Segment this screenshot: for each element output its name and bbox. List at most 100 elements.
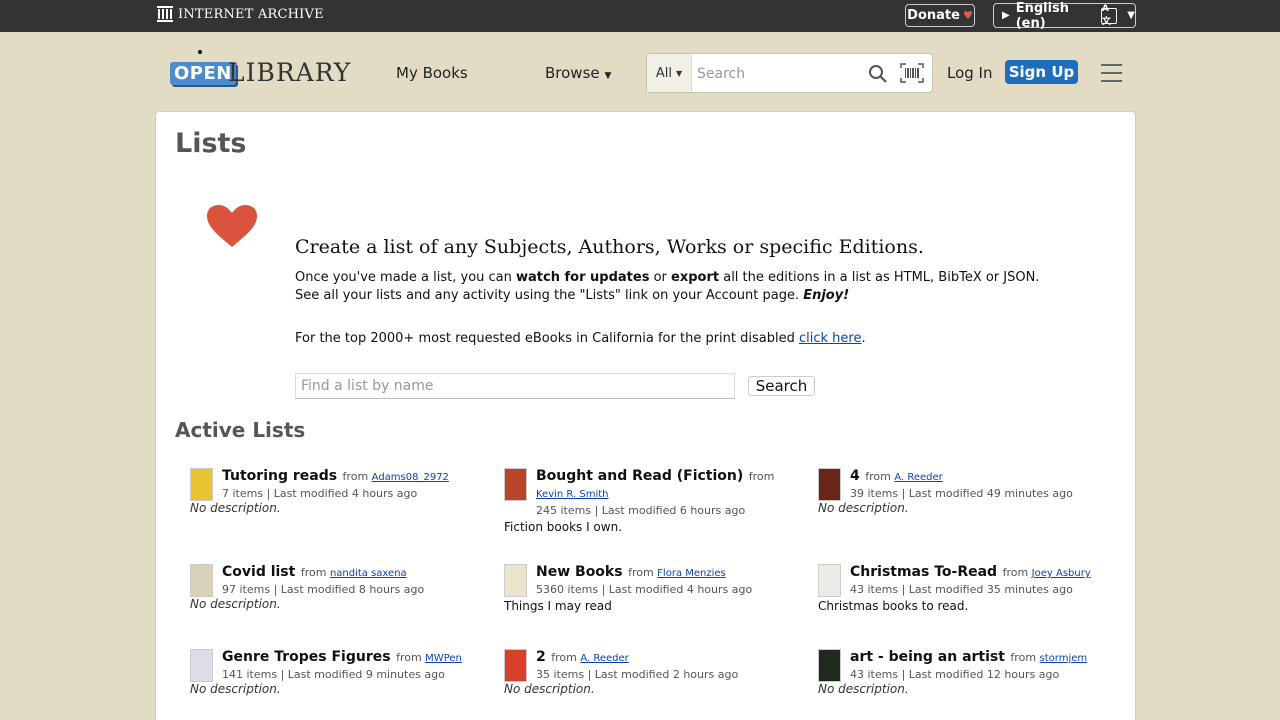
- find-list-search-button[interactable]: Search: [748, 376, 815, 396]
- login-link[interactable]: Log In: [947, 64, 993, 82]
- open-library-logo[interactable]: OPEN LIBRARY: [170, 50, 350, 92]
- list-title[interactable]: New Books: [536, 564, 623, 580]
- logo-library: LIBRARY: [228, 58, 352, 87]
- list-description: No description.: [504, 682, 595, 696]
- list-cover-image[interactable]: [504, 649, 527, 682]
- list-meta: 5360 items | Last modified 4 hours ago: [536, 583, 753, 596]
- list-title-line: Genre Tropes Figures from MWPen: [222, 649, 482, 667]
- list-meta: 141 items | Last modified 9 minutes ago: [222, 668, 445, 681]
- search-input[interactable]: Search: [697, 66, 745, 82]
- list-info: Christmas To-Read from Joey Asbury 43 ite…: [850, 564, 1110, 596]
- list-description: No description.: [818, 682, 909, 696]
- hamburger-menu-icon[interactable]: [1101, 64, 1122, 88]
- archive-building-icon: [157, 6, 173, 22]
- list-owner-link[interactable]: Flora Menzies: [657, 568, 726, 579]
- list-title-line: New Books from Flora Menzies: [536, 564, 796, 582]
- create-list-heading: Create a list of any Subjects, Authors, …: [295, 236, 924, 258]
- list-title[interactable]: Tutoring reads: [222, 468, 337, 484]
- list-cover-image[interactable]: [818, 564, 841, 597]
- search-scope-label: All: [655, 65, 672, 81]
- list-info: Tutoring reads from Adams08_2972 7 items …: [222, 468, 482, 500]
- chevron-down-icon: ▼: [1127, 10, 1135, 21]
- list-owner-link[interactable]: MWPen: [425, 653, 462, 664]
- list-description: Christmas books to read.: [818, 599, 969, 613]
- caret-down-icon: ▼: [675, 68, 683, 78]
- content-panel: [155, 111, 1136, 720]
- list-description: No description.: [190, 682, 281, 696]
- list-cover-image[interactable]: [818, 468, 841, 501]
- list-from-label: from: [861, 470, 895, 483]
- list-cover-image[interactable]: [190, 564, 213, 597]
- list-title-line: art - being an artist from stormjem: [850, 649, 1110, 667]
- list-description: Fiction books I own.: [504, 520, 623, 534]
- list-owner-link[interactable]: Joey Asbury: [1032, 568, 1091, 579]
- list-from-label: from: [1006, 651, 1040, 664]
- list-title[interactable]: 4: [850, 468, 860, 484]
- list-title[interactable]: art - being an artist: [850, 649, 1005, 665]
- list-title[interactable]: 2: [536, 649, 546, 665]
- list-from-label: from: [339, 470, 372, 483]
- search-icon[interactable]: [868, 64, 888, 84]
- list-meta: 43 items | Last modified 12 hours ago: [850, 668, 1060, 681]
- list-from-label: from: [297, 566, 330, 579]
- list-owner-link[interactable]: A. Reeder: [580, 653, 628, 664]
- list-from-label: from: [547, 651, 581, 664]
- nav-my-books[interactable]: My Books: [396, 64, 468, 82]
- list-info: 4 from A. Reeder 39 items | Last modified…: [850, 468, 1110, 500]
- list-title[interactable]: Genre Tropes Figures: [222, 649, 391, 665]
- logo-open: OPEN: [170, 62, 236, 85]
- internet-archive-logo[interactable]: INTERNET ARCHIVE: [156, 5, 324, 23]
- list-cover-image[interactable]: [818, 649, 841, 682]
- list-owner-link[interactable]: Kevin R. Smith: [536, 489, 609, 500]
- list-from-label: from: [745, 470, 775, 483]
- print-disabled-note: For the top 2000+ most requested eBooks …: [295, 331, 866, 346]
- list-cover-image[interactable]: [504, 564, 527, 597]
- translate-icon: A文: [1100, 4, 1118, 27]
- list-description: No description.: [190, 597, 281, 611]
- barcode-scanner-icon[interactable]: [900, 63, 924, 83]
- list-description: Things I may read: [504, 599, 612, 613]
- page-title: Lists: [175, 128, 247, 159]
- list-title[interactable]: Covid list: [222, 564, 295, 580]
- list-info: Genre Tropes Figures from MWPen 141 items…: [222, 649, 482, 681]
- list-title[interactable]: Christmas To-Read: [850, 564, 997, 580]
- list-cover-image[interactable]: [190, 649, 213, 682]
- find-list-input[interactable]: Find a list by name: [295, 373, 735, 399]
- list-info: art - being an artist from stormjem 43 it…: [850, 649, 1110, 681]
- browse-label: Browse: [545, 64, 600, 82]
- list-meta: 39 items | Last modified 49 minutes ago: [850, 487, 1073, 500]
- donate-button[interactable]: Donate ♥: [905, 4, 975, 27]
- list-description: No description.: [190, 501, 281, 515]
- list-title-line: 4 from A. Reeder: [850, 468, 1110, 486]
- list-title-line: Christmas To-Read from Joey Asbury: [850, 564, 1110, 582]
- logo-dot: [198, 50, 202, 54]
- list-owner-link[interactable]: nandita saxena: [330, 568, 407, 579]
- list-meta: 35 items | Last modified 2 hours ago: [536, 668, 739, 681]
- search-scope-select[interactable]: All ▼: [647, 54, 692, 92]
- list-cover-image[interactable]: [504, 468, 527, 501]
- list-owner-link[interactable]: Adams08_2972: [372, 472, 449, 483]
- nav-browse[interactable]: Browse ▼: [545, 64, 611, 82]
- list-meta: 7 items | Last modified 4 hours ago: [222, 487, 418, 500]
- language-label: English (en): [1015, 0, 1070, 31]
- list-title-line: Covid list from nandita saxena: [222, 564, 482, 582]
- signup-button[interactable]: Sign Up: [1005, 60, 1078, 84]
- list-title-line: 2 from A. Reeder: [536, 649, 796, 667]
- internet-archive-bar: INTERNET ARCHIVE Donate ♥ ▶ English (en)…: [0, 0, 1280, 32]
- list-info: New Books from Flora Menzies 5360 items |…: [536, 564, 796, 596]
- search-bar: All ▼ Search: [646, 53, 933, 93]
- list-from-label: from: [392, 651, 426, 664]
- click-here-link[interactable]: click here: [799, 331, 861, 346]
- list-description: No description.: [818, 501, 909, 515]
- active-lists-heading: Active Lists: [175, 418, 306, 442]
- list-owner-link[interactable]: stormjem: [1040, 653, 1088, 664]
- list-from-label: from: [999, 566, 1032, 579]
- heart-icon: ♥: [962, 9, 973, 22]
- list-meta: 245 items | Last modified 6 hours ago: [536, 504, 746, 517]
- list-title[interactable]: Bought and Read (Fiction): [536, 468, 743, 484]
- list-cover-image[interactable]: [190, 468, 213, 501]
- list-owner-link[interactable]: A. Reeder: [894, 472, 942, 483]
- donate-label: Donate: [907, 8, 960, 23]
- internet-archive-label: INTERNET ARCHIVE: [178, 6, 324, 22]
- language-selector[interactable]: ▶ English (en) A文 ▼: [993, 0, 1136, 31]
